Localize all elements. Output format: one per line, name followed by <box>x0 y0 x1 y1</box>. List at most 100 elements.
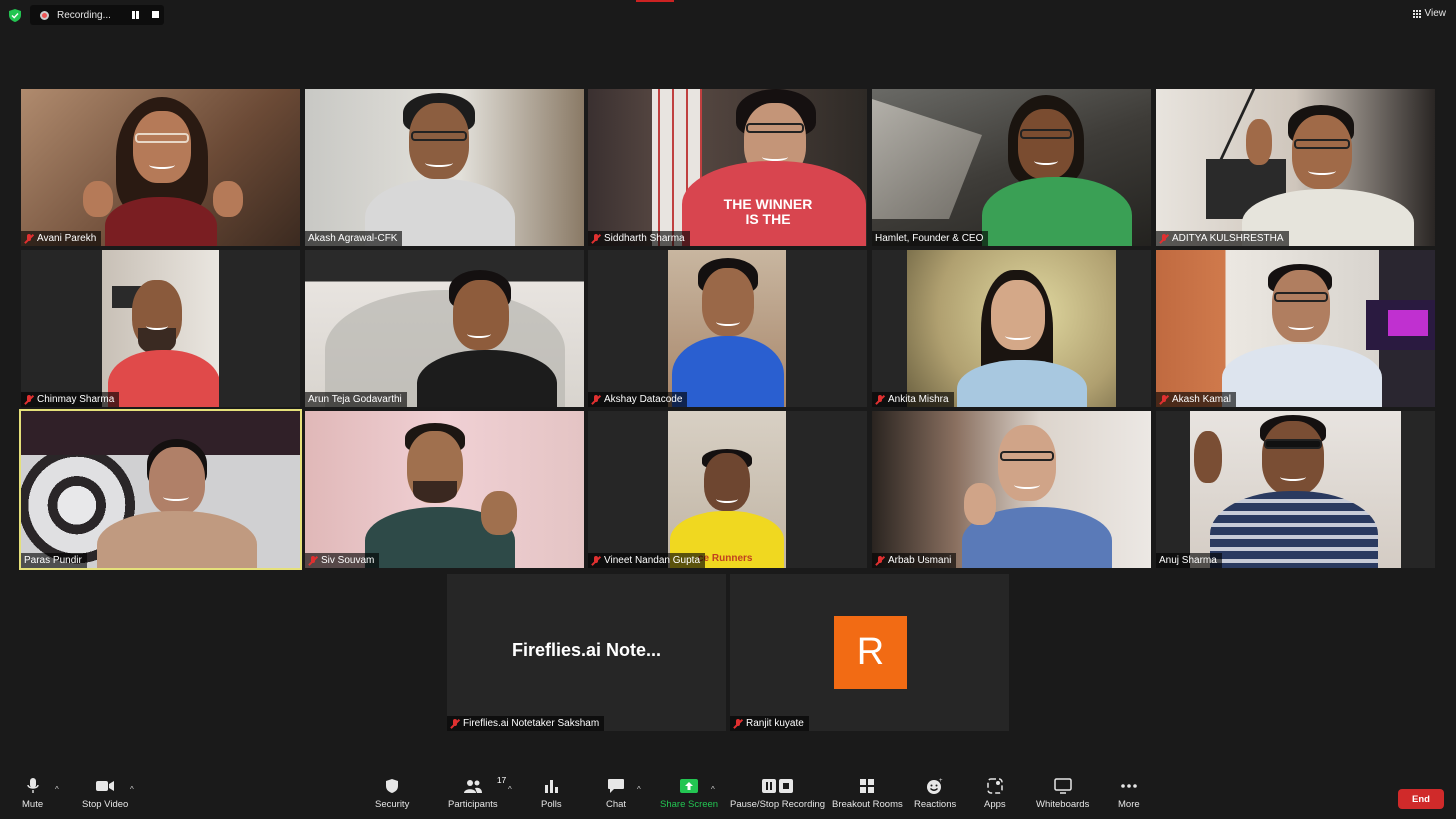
more-ellipsis-icon <box>1120 773 1138 799</box>
muted-mic-icon <box>24 233 34 244</box>
reactions-button[interactable]: + Reactions <box>914 773 956 819</box>
participant-tile[interactable]: Akshay Datacode <box>588 250 867 407</box>
participant-tile[interactable]: THE WINNER IS THE Siddharth Sharma <box>588 89 867 246</box>
participant-video <box>102 250 219 407</box>
participant-name: ADITYA KULSHRESTHA <box>1172 233 1284 244</box>
whiteboards-label: Whiteboards <box>1036 799 1090 810</box>
recording-label: Recording... <box>57 9 111 21</box>
participant-name: Akash Kamal <box>1172 394 1231 405</box>
participant-tile[interactable]: Arbab Usmani <box>872 411 1151 568</box>
participant-tile[interactable]: Hamlet, Founder & CEO <box>872 89 1151 246</box>
participant-name: Arbab Usmani <box>888 555 952 566</box>
chat-label: Chat <box>606 799 627 810</box>
reactions-smiley-icon: + <box>926 773 944 799</box>
mute-button[interactable]: Mute <box>22 773 43 819</box>
video-options-caret-icon[interactable]: ^ <box>130 785 134 794</box>
share-screen-icon <box>680 773 699 799</box>
participants-count: 17 <box>496 775 507 785</box>
participant-tile[interactable]: Ankita Mishra <box>872 250 1151 407</box>
meeting-toolbar: Mute ^ Stop Video ^ Security 17 Particip… <box>0 773 1456 819</box>
participant-tile[interactable]: Siv Souvam <box>305 411 584 568</box>
muted-mic-icon <box>733 718 743 729</box>
participant-video <box>1156 89 1435 246</box>
participant-name-tag: Arun Teja Godavarthi <box>305 392 407 407</box>
participant-video <box>305 250 584 407</box>
more-label: More <box>1118 799 1140 810</box>
security-button[interactable]: Security <box>375 773 409 819</box>
participant-name: Chinmay Sharma <box>37 394 115 405</box>
muted-mic-icon <box>1159 394 1169 405</box>
breakout-rooms-button[interactable]: Breakout Rooms <box>832 773 903 819</box>
security-shield-icon[interactable] <box>9 9 21 22</box>
pause-recording-icon[interactable] <box>131 11 139 19</box>
mute-options-caret-icon[interactable]: ^ <box>55 785 59 794</box>
participant-tile[interactable]: ADITYA KULSHRESTHA <box>1156 89 1435 246</box>
participant-video <box>305 411 584 568</box>
participant-name: Hamlet, Founder & CEO <box>875 233 984 244</box>
chat-options-caret-icon[interactable]: ^ <box>637 785 641 794</box>
end-meeting-button[interactable]: End <box>1398 789 1444 809</box>
participant-name-tag: Ranjit kuyate <box>730 716 809 731</box>
participant-video <box>305 89 584 246</box>
breakout-rooms-label: Breakout Rooms <box>832 799 903 810</box>
polls-bar-chart-icon <box>543 773 559 799</box>
participant-name-tag: Ankita Mishra <box>872 392 954 407</box>
participant-tile[interactable]: Akash Agrawal-CFK <box>305 89 584 246</box>
participants-button[interactable]: 17 Participants <box>448 773 506 819</box>
muted-mic-icon <box>24 394 34 405</box>
participant-video <box>907 250 1116 407</box>
participant-name-tag: ADITYA KULSHRESTHA <box>1156 231 1289 246</box>
shirt-text: ce Runners <box>698 553 753 564</box>
pause-stop-recording-button[interactable]: Pause/Stop Recording <box>730 773 825 819</box>
participant-name-tag: Akshay Datacode <box>588 392 688 407</box>
participant-name-tag: Anuj Sharma <box>1156 553 1222 568</box>
participant-name: Akash Agrawal-CFK <box>308 233 398 244</box>
participant-name: Vineet Nandan Gupta <box>604 555 701 566</box>
more-button[interactable]: More <box>1118 773 1140 819</box>
reactions-label: Reactions <box>914 799 957 810</box>
security-shield-icon <box>385 773 399 799</box>
whiteboards-button[interactable]: Whiteboards <box>1036 773 1089 819</box>
stop-recording-icon[interactable] <box>152 11 159 18</box>
apps-icon <box>987 773 1003 799</box>
muted-mic-icon <box>591 555 601 566</box>
participant-tile[interactable]: Anuj Sharma <box>1156 411 1435 568</box>
breakout-rooms-grid-icon <box>859 773 875 799</box>
participant-tile[interactable]: Arun Teja Godavarthi <box>305 250 584 407</box>
stop-video-label: Stop Video <box>82 799 129 810</box>
apps-button[interactable]: Apps <box>984 773 1006 819</box>
participant-name-tag: Fireflies.ai Notetaker Saksham <box>447 716 605 731</box>
share-screen-button[interactable]: Share Screen <box>660 773 718 819</box>
muted-mic-icon <box>875 394 885 405</box>
view-button[interactable]: View <box>1412 8 1446 19</box>
participant-name-tag: Siv Souvam <box>305 553 380 568</box>
participant-tile[interactable]: Fireflies.ai Note... Fireflies.ai Noteta… <box>447 574 726 731</box>
polls-button[interactable]: Polls <box>541 773 562 819</box>
participant-tile[interactable]: Chinmay Sharma <box>21 250 300 407</box>
muted-mic-icon <box>1159 233 1169 244</box>
participant-name-tag: Hamlet, Founder & CEO <box>872 231 989 246</box>
participant-tile[interactable]: Avani Parekh <box>21 89 300 246</box>
participant-tile[interactable]: ce Runners Vineet Nandan Gupta <box>588 411 867 568</box>
participant-tile-active-speaker[interactable]: Paras Pundir <box>19 409 302 570</box>
pause-stop-recording-icon <box>761 773 794 799</box>
participant-video: THE WINNER IS THE <box>588 89 867 246</box>
polls-label: Polls <box>541 799 562 810</box>
participant-name-tag: Akash Kamal <box>1156 392 1236 407</box>
participant-tile[interactable]: Akash Kamal <box>1156 250 1435 407</box>
participant-name: Ankita Mishra <box>888 394 949 405</box>
chat-button[interactable]: Chat <box>606 773 626 819</box>
avatar: R <box>834 616 907 689</box>
participant-name: Siddharth Sharma <box>604 233 685 244</box>
share-screen-label: Share Screen <box>660 799 719 810</box>
muted-mic-icon <box>591 233 601 244</box>
participant-tile[interactable]: R Ranjit kuyate <box>730 574 1009 731</box>
muted-mic-icon <box>875 555 885 566</box>
participant-name: Avani Parekh <box>37 233 97 244</box>
participant-video <box>21 411 300 568</box>
participants-options-caret-icon[interactable]: ^ <box>508 785 512 794</box>
chat-bubble-icon <box>607 773 625 799</box>
share-options-caret-icon[interactable]: ^ <box>711 785 715 794</box>
stop-video-button[interactable]: Stop Video <box>82 773 128 819</box>
participant-video <box>872 89 1151 246</box>
